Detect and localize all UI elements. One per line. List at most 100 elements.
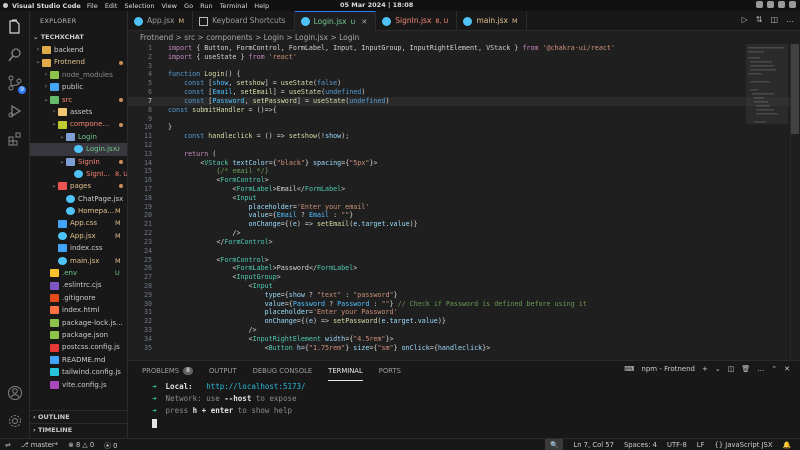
trash-icon[interactable]: 🗑 [741, 365, 750, 373]
ports-indicator[interactable]: ⦿ 0 [104, 440, 117, 450]
git-compare-icon[interactable]: ⇅ [756, 15, 763, 24]
scrollbar-thumb[interactable] [791, 44, 799, 134]
end-of-line[interactable]: LF [697, 441, 705, 449]
terminal-output[interactable]: ➜ Local: http://localhost:5173/ ➜ Networ… [128, 381, 800, 429]
chevron-down-icon[interactable]: ⌄ [715, 365, 721, 373]
tree-item-eslintrc[interactable]: .eslintrc.cjs [30, 279, 127, 291]
tree-item-index-html[interactable]: index.html [30, 304, 127, 316]
maximize-panel-icon[interactable]: ⌃ [771, 365, 777, 373]
cursor-position[interactable]: Ln 7, Col 57 [573, 441, 614, 449]
terminal-prompt[interactable] [152, 417, 800, 429]
zoom-icon[interactable]: 🔍 [544, 439, 564, 450]
close-panel-icon[interactable]: ✕ [784, 365, 790, 373]
menu-selection[interactable]: Selection [124, 2, 154, 10]
tab-app-jsx[interactable]: App.jsx M [128, 11, 194, 31]
tab-keyboard-shortcuts[interactable]: Keyboard Shortcuts [193, 11, 295, 31]
tab-signin-jsx[interactable]: SignIn.jsx 8, U [376, 11, 458, 31]
explorer-icon[interactable] [7, 19, 23, 35]
close-tab-icon[interactable]: ✕ [361, 12, 367, 32]
menu-file[interactable]: File [87, 2, 98, 10]
tree-item-package-lock[interactable]: package-lock.js... [30, 317, 127, 329]
menu-terminal[interactable]: Terminal [220, 2, 247, 10]
breadcrumb-frotnend[interactable]: Frotnend [140, 33, 173, 42]
extensions-icon[interactable] [7, 131, 23, 147]
problems-indicator[interactable]: ⊗ 8 △ 0 [68, 441, 94, 449]
tab-problems[interactable]: PROBLEMS 8 [142, 361, 193, 381]
tree-item-login-jsx[interactable]: Login.jsx U [30, 143, 127, 156]
tree-item-readme[interactable]: README.md [30, 354, 127, 366]
activities-icon[interactable] [3, 3, 8, 8]
editor-scrollbar[interactable] [790, 44, 800, 360]
tab-login-jsx[interactable]: Login.jsx U ✕ [294, 11, 377, 32]
more-actions-icon[interactable]: … [786, 15, 794, 24]
branch-indicator[interactable]: ⎇ master* [21, 441, 58, 449]
breadcrumb-login-symbol[interactable]: Login [339, 33, 359, 42]
tree-item-pages[interactable]: ⌄ pages [30, 180, 127, 192]
menu-view[interactable]: View [162, 2, 177, 10]
settings-gear-icon[interactable] [7, 413, 23, 429]
tree-item-env[interactable]: .env U [30, 267, 127, 279]
source-control-icon[interactable]: 9 [7, 75, 26, 94]
tree-item-frotnend[interactable]: ⌄ Frotnend [30, 56, 127, 68]
tree-item-public[interactable]: › public [30, 81, 127, 93]
tree-item-app-css[interactable]: App.css M [30, 217, 127, 229]
tree-item-chatpage[interactable]: ChatPage.jsx [30, 193, 127, 205]
tab-ports[interactable]: PORTS [379, 361, 401, 381]
menu-run[interactable]: Run [200, 2, 212, 10]
new-terminal-icon[interactable]: + [702, 365, 708, 373]
terminal-selector[interactable]: npm - Frotnend [641, 365, 695, 373]
tree-item-postcss[interactable]: postcss.config.js [30, 341, 127, 353]
tab-debug-console[interactable]: DEBUG CONSOLE [253, 361, 313, 381]
tree-item-src[interactable]: ⌄ src [30, 94, 127, 106]
tree-item-components[interactable]: ⌄ compone... [30, 118, 127, 130]
line-number: 23 [143, 237, 152, 246]
split-editor-icon[interactable]: ◫ [770, 15, 778, 24]
tree-item-tailwind[interactable]: tailwind.config.js [30, 366, 127, 378]
search-icon[interactable] [7, 47, 23, 63]
tab-output[interactable]: OUTPUT [209, 361, 237, 381]
timeline-section[interactable]: › TIMELINE [30, 423, 127, 436]
menu-help[interactable]: Help [254, 2, 269, 10]
breadcrumb-login-jsx[interactable]: Login.jsx [295, 33, 328, 42]
minimap[interactable] [746, 44, 788, 360]
indentation[interactable]: Spaces: 4 [624, 441, 657, 449]
tree-item-app-jsx[interactable]: App.jsx M [30, 230, 127, 242]
breadcrumb-components[interactable]: components [206, 33, 252, 42]
workspace-root[interactable]: ⌄ TECHXCHAT [30, 31, 127, 44]
run-icon[interactable]: ▷ [742, 15, 748, 24]
tree-item-package-json[interactable]: package.json [30, 329, 127, 341]
tree-item-signin-folder[interactable]: ⌄ SignIn [30, 156, 127, 168]
tab-terminal[interactable]: TERMINAL [328, 361, 363, 381]
network-icon[interactable] [756, 1, 763, 8]
outline-section[interactable]: › OUTLINE [30, 410, 127, 423]
tree-item-index-css[interactable]: index.css [30, 242, 127, 254]
tree-item-gitignore[interactable]: .gitignore [30, 292, 127, 304]
tree-item-signin-jsx[interactable]: SignI... 8, U [30, 168, 127, 180]
menu-edit[interactable]: Edit [105, 2, 118, 10]
breadcrumb-src[interactable]: src [184, 33, 195, 42]
language-mode[interactable]: {} JavaScript JSX [715, 441, 773, 449]
tab-main-jsx[interactable]: main.jsx M [457, 11, 527, 31]
volume-icon[interactable] [767, 1, 774, 8]
tree-item-node-modules[interactable]: › node_modules [30, 69, 127, 81]
split-terminal-icon[interactable]: ◫ [728, 365, 735, 373]
more-actions-icon[interactable]: … [757, 365, 764, 373]
local-url-link[interactable]: http://localhost:5173/ [206, 382, 305, 391]
account-icon[interactable] [7, 385, 23, 401]
clock[interactable]: 05 Mar 2024 | 18:08 [340, 1, 413, 9]
power-icon[interactable] [789, 1, 796, 8]
remote-icon[interactable]: ⇌ [5, 441, 11, 449]
tree-item-homepage[interactable]: Homepa... M [30, 205, 127, 217]
tree-item-login-folder[interactable]: ⌄ Login [30, 131, 127, 143]
tree-item-vite-config[interactable]: vite.config.js [30, 379, 127, 391]
tree-item-main-jsx[interactable]: main.jsx M [30, 255, 127, 267]
tree-item-assets[interactable]: › assets [30, 106, 127, 118]
menu-go[interactable]: Go [184, 2, 193, 10]
code-editor[interactable]: 1 import { Button, FormControl, FormLabel… [128, 44, 800, 360]
breadcrumb-login[interactable]: Login [264, 33, 284, 42]
encoding[interactable]: UTF-8 [667, 441, 687, 449]
run-debug-icon[interactable] [7, 103, 23, 119]
battery-icon[interactable] [778, 1, 785, 8]
notifications-bell-icon[interactable]: 🔔 [783, 441, 791, 449]
tree-item-backend[interactable]: › backend [30, 44, 127, 56]
